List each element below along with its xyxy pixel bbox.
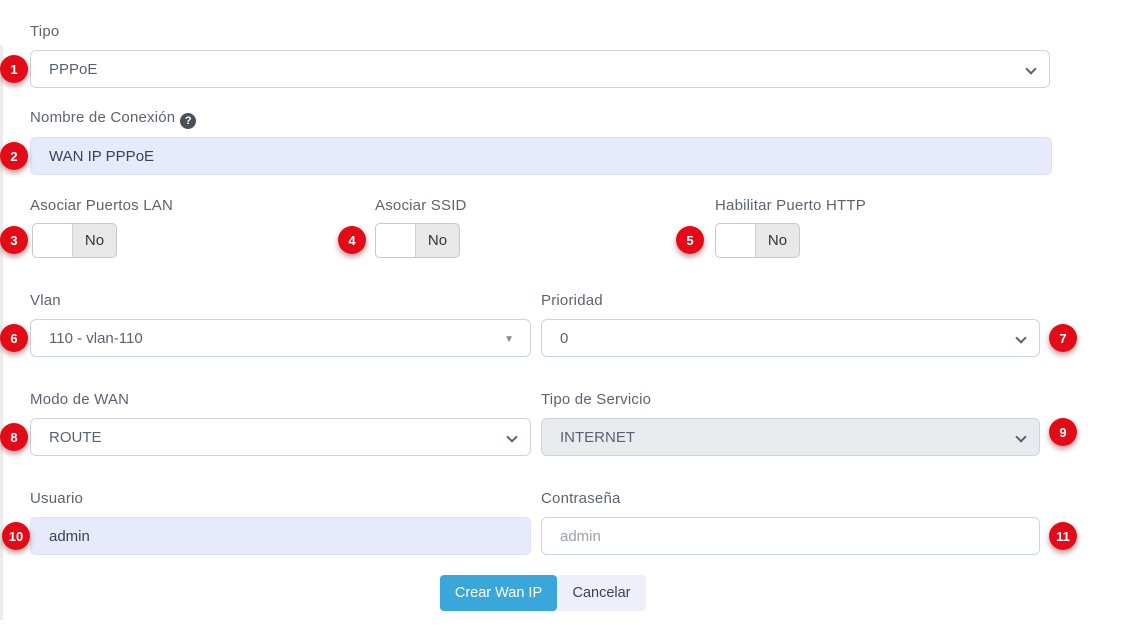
contrasena-input[interactable] [541, 517, 1040, 555]
tipo-servicio-select: INTERNET [541, 418, 1040, 456]
caret-down-icon: ▼ [504, 334, 514, 345]
asociar-ssid-label: Asociar SSID [375, 197, 467, 214]
habilitar-http-toggle[interactable]: No [715, 223, 800, 258]
question-circle-icon[interactable]: ? [180, 113, 196, 129]
habilitar-http-toggle-state: No [756, 224, 799, 257]
chevron-down-icon [1015, 332, 1026, 343]
annotation-badge-11: 11 [1049, 522, 1077, 550]
tipo-servicio-select-value: INTERNET [560, 429, 635, 446]
prioridad-select[interactable]: 0 [541, 319, 1040, 357]
crear-wan-ip-button[interactable]: Crear Wan IP [440, 575, 557, 611]
prioridad-label: Prioridad [541, 292, 603, 309]
asociar-lan-label: Asociar Puertos LAN [30, 197, 173, 214]
annotation-badge-1: 1 [0, 55, 28, 83]
toggle-knob [376, 224, 416, 257]
annotation-badge-2: 2 [0, 142, 28, 170]
annotation-badge-4: 4 [338, 226, 366, 254]
tipo-servicio-label: Tipo de Servicio [541, 391, 651, 408]
asociar-ssid-toggle-state: No [416, 224, 459, 257]
usuario-label: Usuario [30, 490, 83, 507]
nombre-conexion-input[interactable] [30, 137, 1052, 175]
tipo-select[interactable]: PPPoE [30, 50, 1050, 88]
annotation-badge-6: 6 [0, 324, 28, 352]
vlan-select-value: 110 - vlan-110 [49, 330, 143, 347]
annotation-badge-5: 5 [676, 226, 704, 254]
toggle-knob [716, 224, 756, 257]
toggle-knob [33, 224, 73, 257]
chevron-down-icon [506, 431, 517, 442]
annotation-badge-3: 3 [0, 226, 28, 254]
chevron-down-icon [1025, 63, 1036, 74]
modo-wan-select-value: ROUTE [49, 429, 102, 446]
wan-config-form: Tipo PPPoE 1 Nombre de Conexión? 2 Asoci… [0, 0, 1125, 630]
annotation-badge-8: 8 [0, 423, 28, 451]
modo-wan-label: Modo de WAN [30, 391, 129, 408]
annotation-badge-7: 7 [1049, 324, 1077, 352]
asociar-lan-toggle[interactable]: No [32, 223, 117, 258]
vlan-label: Vlan [30, 292, 61, 309]
tipo-select-value: PPPoE [49, 61, 97, 78]
vlan-select[interactable]: 110 - vlan-110 ▼ [30, 319, 531, 357]
usuario-input[interactable] [30, 517, 531, 555]
asociar-ssid-toggle[interactable]: No [375, 223, 460, 258]
annotation-badge-9: 9 [1049, 418, 1077, 446]
modo-wan-select[interactable]: ROUTE [30, 418, 531, 456]
habilitar-http-label: Habilitar Puerto HTTP [715, 197, 866, 214]
nombre-label: Nombre de Conexión? [30, 109, 196, 129]
tipo-label: Tipo [30, 23, 59, 40]
contrasena-label: Contraseña [541, 490, 621, 507]
chevron-down-icon [1015, 431, 1026, 442]
cancelar-button[interactable]: Cancelar [557, 575, 646, 611]
asociar-lan-toggle-state: No [73, 224, 116, 257]
prioridad-select-value: 0 [560, 330, 568, 347]
annotation-badge-10: 10 [2, 522, 30, 550]
